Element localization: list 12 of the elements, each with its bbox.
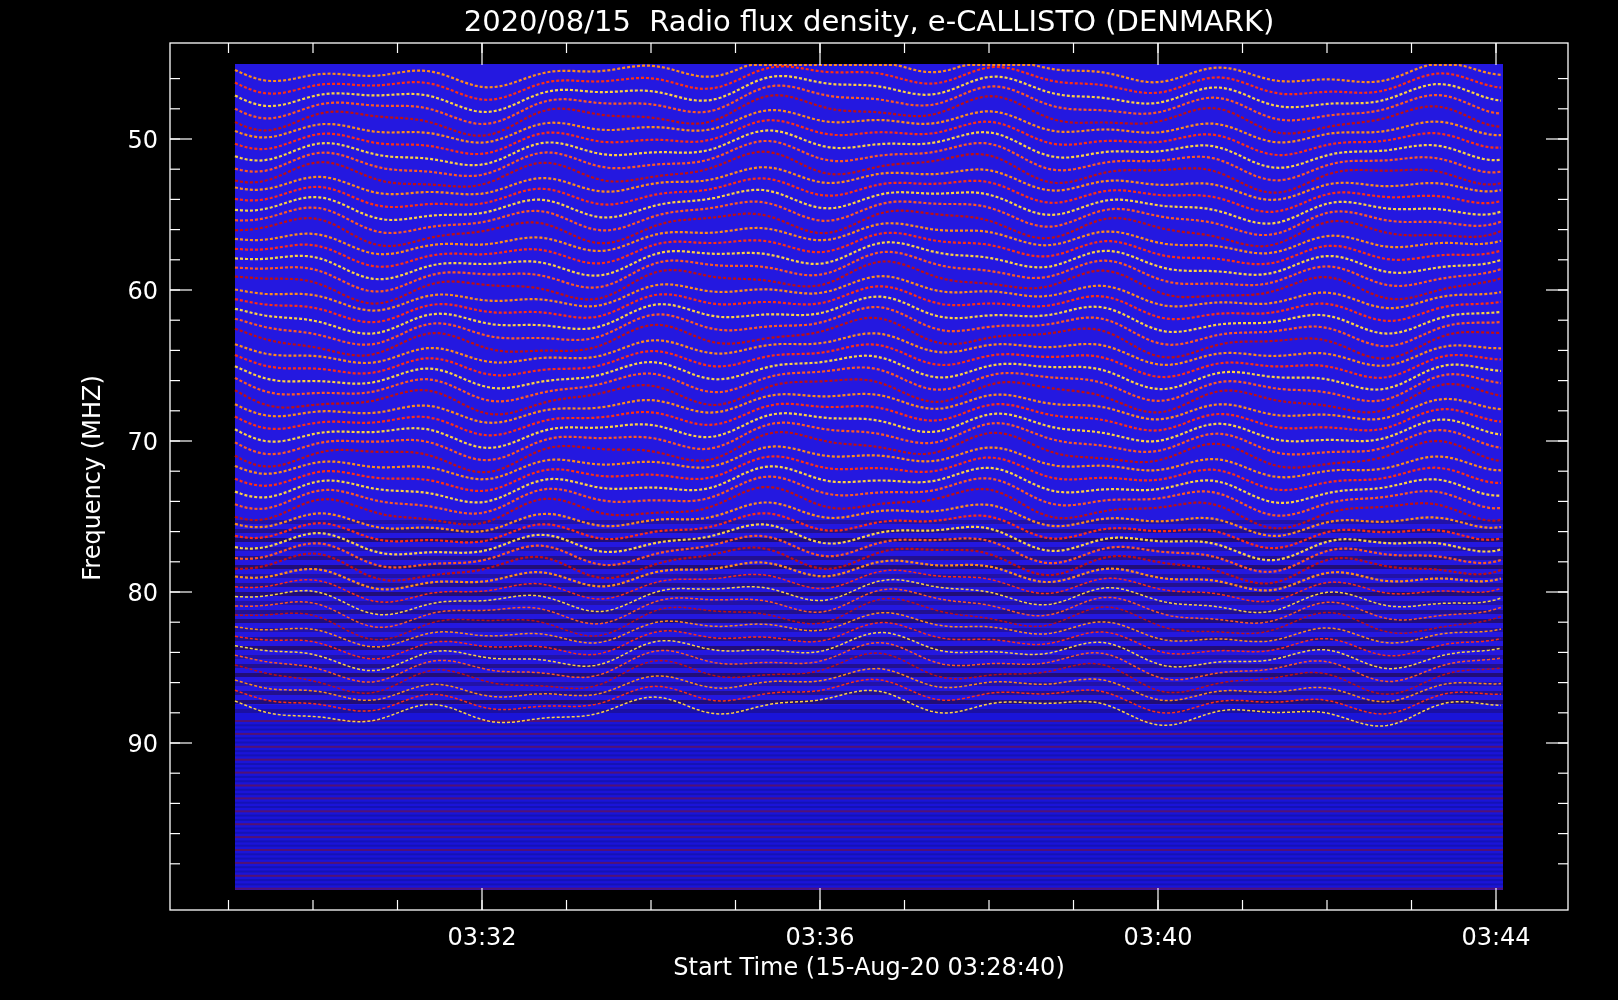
x-tick-label: 03:32 — [447, 923, 517, 951]
y-tick-label: 80 — [127, 579, 158, 607]
x-tick-label: 03:40 — [1123, 923, 1193, 951]
x-tick-label: 03:44 — [1461, 923, 1531, 951]
y-axis-label: Frequency (MHZ) — [78, 375, 106, 581]
x-axis-label: Start Time (15-Aug-20 03:28:40) — [673, 953, 1065, 981]
plot-title: 2020/08/15 Radio flux density, e-CALLISTO (DENMARK) — [463, 4, 1275, 38]
y-tick-label: 60 — [127, 277, 158, 305]
x-tick-label: 03:36 — [785, 923, 855, 951]
y-tick-label: 50 — [127, 126, 158, 154]
y-tick-label: 90 — [127, 730, 158, 758]
y-tick-label: 70 — [127, 428, 158, 456]
